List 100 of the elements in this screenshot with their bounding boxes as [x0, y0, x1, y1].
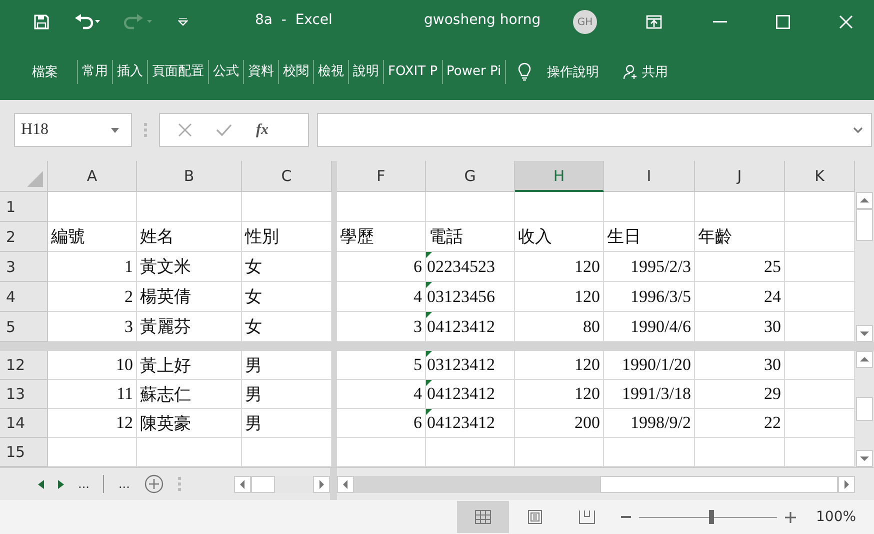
cell-text: 學歷 — [340, 226, 374, 248]
sheet-overflow-button[interactable]: ... — [118, 477, 130, 491]
cell-text: 03123412 — [427, 355, 495, 375]
cell-text: 年齡 — [698, 226, 732, 248]
normal-view-button[interactable] — [457, 501, 509, 533]
cell-text: 女 — [245, 256, 262, 278]
scroll-thumb[interactable] — [251, 476, 275, 492]
cell-text: 30 — [764, 355, 781, 375]
row-header[interactable]: 1 — [0, 192, 48, 222]
user-name[interactable]: gwosheng horng — [424, 12, 541, 28]
grip-icon[interactable] — [178, 477, 181, 491]
cell-text: 女 — [245, 316, 262, 338]
ribbon-tab[interactable]: 插入 — [112, 60, 147, 84]
cell-text: 蘇志仁 — [140, 384, 191, 406]
minimize-icon[interactable] — [713, 21, 727, 23]
share-button[interactable]: 共用 — [623, 63, 668, 81]
cell-text: 電話 — [429, 226, 463, 248]
cell-text: 5 — [414, 355, 422, 375]
cell-text: 4 — [414, 286, 422, 306]
maximize-icon[interactable] — [776, 15, 790, 29]
scroll-thumb[interactable] — [856, 209, 873, 241]
cell-text: 1998/9/2 — [630, 413, 691, 433]
cell-text: 11 — [116, 384, 133, 404]
row-header[interactable]: 14 — [0, 409, 48, 438]
cell-text: 男 — [245, 412, 262, 434]
scroll-thumb[interactable] — [856, 397, 873, 421]
name-box[interactable]: H18 — [14, 113, 132, 147]
expand-caret-icon[interactable] — [853, 127, 863, 133]
cell-text: 姓名 — [140, 226, 174, 248]
scroll-right-icon[interactable] — [838, 476, 855, 492]
ribbon-tab[interactable]: 校閱 — [278, 60, 313, 84]
cell-text: 編號 — [51, 226, 85, 248]
cell-text: 收入 — [518, 226, 552, 248]
cell-text: 12 — [116, 413, 133, 433]
cell-text: 黃文米 — [140, 256, 191, 278]
scroll-down-icon[interactable] — [856, 325, 873, 342]
cell-text: 2 — [124, 286, 133, 306]
customize-caret-icon[interactable] — [178, 18, 188, 26]
scroll-left-icon[interactable] — [337, 476, 354, 492]
ribbon-display-icon[interactable] — [646, 15, 662, 29]
ribbon-tab[interactable]: 公式 — [208, 60, 243, 84]
cell-text: 1990/1/20 — [622, 355, 691, 375]
row-header[interactable]: 4 — [0, 282, 48, 312]
cell-text: 男 — [245, 354, 262, 376]
formula-input[interactable] — [317, 113, 872, 147]
cell-text: 30 — [764, 316, 781, 336]
cell-text: 02234523 — [427, 256, 495, 276]
table-cell — [785, 438, 855, 467]
cell-text: 楊英倩 — [140, 286, 191, 308]
row-header[interactable]: 15 — [0, 438, 48, 467]
dropdown-caret-icon — [111, 128, 119, 132]
lightbulb-icon[interactable] — [518, 63, 532, 81]
scroll-up-icon[interactable] — [856, 192, 873, 209]
window-title: 8a - Excel — [255, 12, 332, 28]
scroll-left-icon[interactable] — [234, 476, 251, 492]
cell-text: 120 — [574, 256, 600, 276]
cell-text: 6 — [414, 413, 422, 433]
row-header[interactable]: 5 — [0, 312, 48, 342]
scroll-down-icon[interactable] — [856, 450, 873, 467]
scroll-thumb[interactable] — [600, 476, 838, 492]
cell-text: 1996/3/5 — [630, 286, 691, 306]
cell-text: 3 — [414, 316, 422, 336]
enter-icon[interactable] — [216, 124, 232, 136]
cell-text: 6 — [414, 256, 422, 276]
column-header[interactable]: H — [515, 161, 604, 192]
cell-text: 女 — [245, 286, 262, 308]
zoom-in-icon[interactable] — [785, 512, 796, 522]
scroll-right-icon[interactable] — [313, 476, 330, 492]
undo-icon[interactable] — [74, 14, 102, 30]
page-icon — [528, 510, 542, 524]
save-icon[interactable] — [34, 14, 49, 30]
cell-text: 04123412 — [427, 384, 495, 404]
cancel-icon[interactable] — [178, 123, 192, 137]
redo-icon — [124, 14, 154, 30]
cell-text: 120 — [574, 384, 600, 404]
ribbon-tab[interactable]: 說明 — [348, 60, 383, 84]
tell-me-field[interactable]: 操作說明 — [547, 63, 600, 81]
sheet-overflow-button[interactable]: ... — [78, 477, 90, 491]
ribbon-tab[interactable]: FOXIT P — [383, 60, 442, 84]
ribbon-tab[interactable]: 資料 — [243, 60, 278, 84]
zoom-level[interactable]: 100% — [816, 509, 856, 525]
cell-text: 生日 — [607, 226, 641, 248]
row-header[interactable]: 2 — [0, 222, 48, 252]
ribbon-tab[interactable]: Power Pi — [442, 60, 506, 84]
cell-text: 29 — [764, 384, 781, 404]
ribbon-tab[interactable]: 頁面配置 — [147, 60, 208, 84]
row-header[interactable]: 3 — [0, 252, 48, 282]
previous-sheet-icon[interactable] — [38, 480, 44, 488]
grid-icon — [475, 510, 491, 524]
add-sheet-icon[interactable] — [144, 474, 164, 494]
cell-text: 黃上好 — [140, 354, 191, 376]
ribbon-tab[interactable]: 檢視 — [313, 60, 348, 84]
close-icon[interactable] — [839, 15, 853, 29]
row-header[interactable]: 13 — [0, 380, 48, 409]
row-header[interactable]: 12 — [0, 351, 48, 380]
scroll-up-icon[interactable] — [856, 351, 873, 368]
next-sheet-icon[interactable] — [58, 480, 64, 488]
insert-function-button[interactable]: fx — [256, 122, 268, 138]
ribbon-tab[interactable]: 常用 — [77, 60, 112, 84]
file-tab[interactable]: 檔案 — [32, 63, 58, 81]
